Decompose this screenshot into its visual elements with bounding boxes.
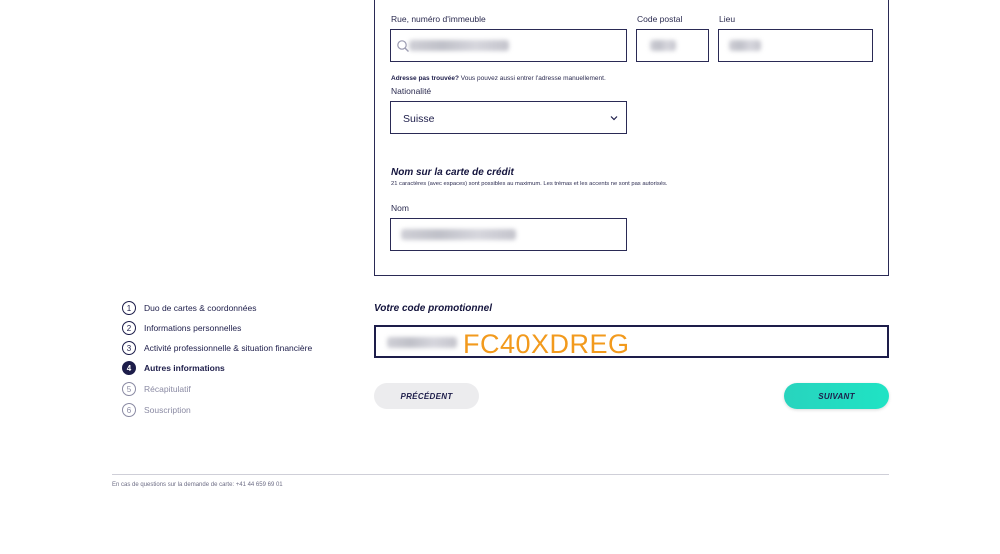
step-label: Souscription — [144, 405, 191, 415]
promo-code-value: FC40XDREG — [463, 329, 630, 359]
card-name-title: Nom sur la carte de crédit — [391, 167, 514, 178]
previous-button[interactable]: PRÉCÉDENT — [374, 383, 479, 409]
step-label: Récapitulatif — [144, 384, 191, 394]
address-not-found-note[interactable]: Adresse pas trouvée? Vous pouvez aussi e… — [391, 75, 606, 82]
step-label: Informations personnelles — [144, 323, 242, 333]
nationality-select[interactable]: Suisse — [390, 101, 627, 134]
step-number: 6 — [122, 403, 136, 417]
step-number: 5 — [122, 382, 136, 396]
nationality-label: Nationalité — [391, 86, 432, 96]
address-not-found-bold: Adresse pas trouvée? — [391, 75, 459, 82]
postal-code-label: Code postal — [637, 14, 683, 24]
street-label: Rue, numéro d'immeuble — [391, 14, 486, 24]
city-label: Lieu — [719, 14, 736, 24]
promo-code-input[interactable]: FC40XDREG — [374, 325, 889, 359]
nationality-value: Suisse — [403, 113, 435, 125]
step-6: 6 Souscription — [122, 402, 191, 418]
next-button[interactable]: SUIVANT — [784, 383, 889, 409]
card-name-subtitle: 21 caractères (avec espaces) sont possib… — [391, 181, 668, 187]
step-number: 2 — [122, 321, 136, 335]
promo-prefix-redacted — [387, 337, 457, 348]
chevron-down-icon — [610, 116, 618, 121]
step-3[interactable]: 3 Activité professionnelle & situation f… — [122, 340, 312, 356]
step-number: 4 — [122, 361, 136, 375]
footer-contact: En cas de questions sur la demande de ca… — [112, 482, 283, 488]
step-label: Duo de cartes & coordonnées — [144, 303, 257, 313]
search-icon — [397, 40, 409, 52]
card-name-input[interactable] — [390, 218, 627, 251]
step-1[interactable]: 1 Duo de cartes & coordonnées — [122, 300, 256, 316]
step-4: 4 Autres informations — [122, 360, 225, 376]
city-value-redacted — [729, 40, 761, 51]
footer-divider — [112, 474, 889, 475]
step-number: 3 — [122, 341, 136, 355]
address-not-found-text: Vous pouvez aussi entrer l'adresse manue… — [458, 75, 606, 82]
promo-code-title: Votre code promotionnel — [374, 303, 492, 314]
step-number: 1 — [122, 301, 136, 315]
step-2[interactable]: 2 Informations personnelles — [122, 320, 241, 336]
personal-info-form: Rue, numéro d'immeuble Code postal Lieu … — [374, 0, 889, 276]
step-label: Autres informations — [144, 363, 225, 373]
street-value-redacted — [409, 40, 509, 51]
step-5: 5 Récapitulatif — [122, 381, 191, 397]
city-input[interactable] — [718, 29, 873, 62]
postal-code-value-redacted — [650, 40, 676, 51]
name-label: Nom — [391, 203, 409, 213]
postal-code-input[interactable] — [636, 29, 709, 62]
street-input[interactable] — [390, 29, 627, 62]
card-name-value-redacted — [401, 229, 516, 240]
step-label: Activité professionnelle & situation fin… — [144, 343, 313, 353]
